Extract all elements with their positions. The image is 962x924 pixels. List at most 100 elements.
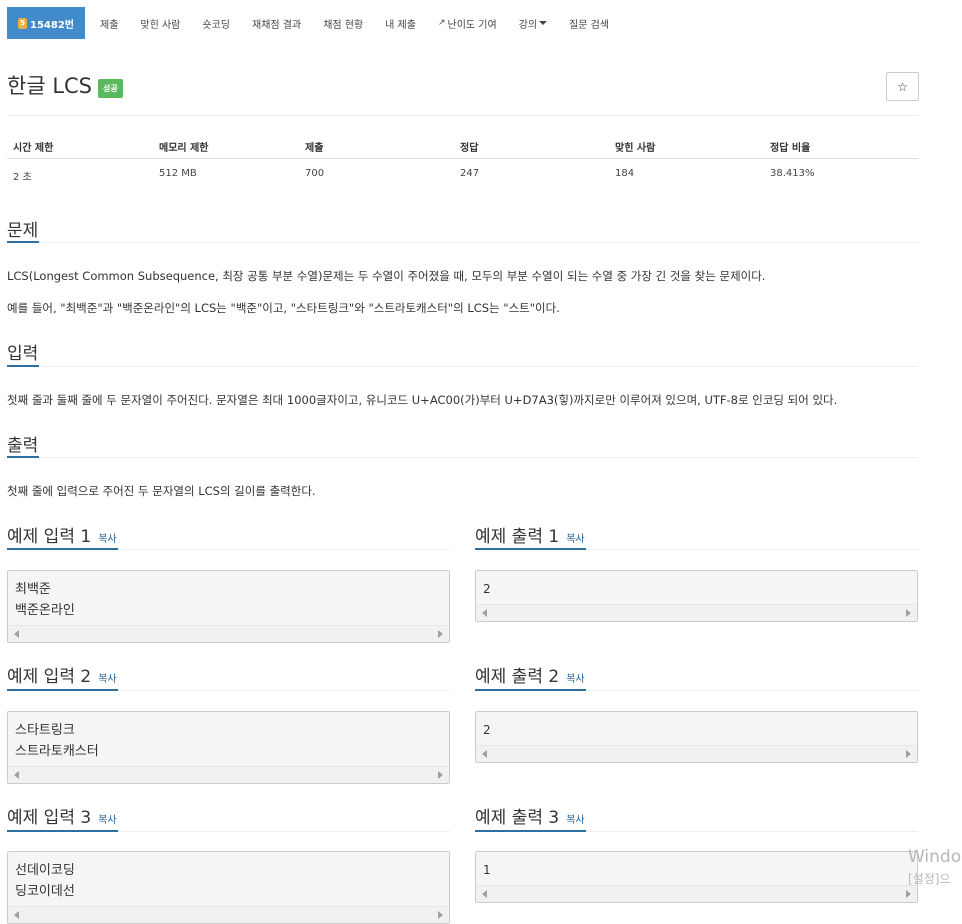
copy-sample-input-1-button[interactable]: 복사 [98, 530, 116, 545]
horizontal-scrollbar[interactable] [476, 745, 917, 762]
sample-input-1-underline [7, 548, 118, 550]
sample-output-2-text: 2 [483, 723, 491, 737]
sample-output-3-box[interactable]: 1 [475, 851, 918, 903]
horizontal-scrollbar[interactable] [8, 906, 449, 923]
nav-problem-number[interactable]: 5 15482번 [7, 7, 85, 39]
scroll-left-icon[interactable] [482, 750, 487, 758]
header-solved-users: 맞힌 사람 [615, 143, 656, 154]
star-icon: ☆ [897, 79, 908, 94]
sample-output-1-title: 예제 출력 1 [475, 527, 560, 547]
copy-sample-output-1-button[interactable]: 복사 [566, 530, 584, 545]
sample-input-3-underline [7, 830, 118, 832]
copy-sample-output-3-button[interactable]: 복사 [566, 811, 584, 826]
nav-solved-users[interactable]: 맞힌 사람 [129, 7, 191, 39]
scroll-left-icon[interactable] [482, 609, 487, 617]
value-accept-ratio: 38.413% [770, 168, 815, 179]
sample-input-2-text: 스타트링크 스트라토캐스터 [15, 723, 99, 759]
nav-difficulty-contribution[interactable]: ↗ 난이도 기여 [427, 7, 508, 39]
output-heading-underline [7, 456, 39, 458]
sample-input-3-title: 예제 입력 3 [7, 808, 92, 828]
nav-short-coding[interactable]: 숏코딩 [191, 7, 241, 39]
value-time-limit: 2 초 [13, 172, 32, 183]
problem-info-table: 시간 제한 메모리 제한 제출 정답 맞힌 사람 정답 비율 2 초 512 M… [7, 130, 918, 187]
scroll-right-icon[interactable] [438, 771, 443, 779]
sample-input-1-title: 예제 입력 1 [7, 527, 92, 547]
header-submissions: 제출 [305, 143, 324, 154]
info-table-row: 2 초 512 MB 700 247 184 38.413% [7, 159, 918, 187]
sample-output-3-underline [475, 830, 586, 832]
scroll-left-icon[interactable] [14, 630, 19, 638]
sample-output-3-title: 예제 출력 3 [475, 808, 560, 828]
scroll-right-icon[interactable] [438, 630, 443, 638]
problem-heading: 문제 [7, 221, 39, 241]
nav-status[interactable]: 채점 현황 [312, 7, 374, 39]
nav-lectures-dropdown[interactable]: 강의 [508, 7, 558, 39]
output-heading: 출력 [7, 436, 39, 456]
info-table-header: 시간 제한 메모리 제한 제출 정답 맞힌 사람 정답 비율 [7, 130, 918, 159]
windows-activation-watermark: Windo [설정]으 [908, 846, 961, 890]
sample-input-3-text: 선데이코딩 딩코이데선 [15, 863, 75, 899]
scroll-left-icon[interactable] [482, 890, 487, 898]
sample-input-3-heading: 예제 입력 3 복사 [7, 803, 117, 828]
input-description: 첫째 줄과 둘째 줄에 두 문자열이 주어진다. 문자열은 최대 1000글자이… [7, 393, 838, 407]
sample-output-1-heading: 예제 출력 1 복사 [475, 522, 585, 547]
tier-icon: 5 [18, 17, 27, 29]
sample-output-1-box[interactable]: 2 [475, 570, 918, 622]
output-heading-line [7, 457, 918, 458]
sample-output-1-underline [475, 548, 586, 550]
nav-my-submissions[interactable]: 내 제출 [374, 7, 427, 39]
sample-output-2-heading: 예제 출력 2 복사 [475, 662, 585, 687]
horizontal-scrollbar[interactable] [8, 625, 449, 642]
problem-heading-underline [7, 241, 39, 243]
sample-input-3-box[interactable]: 선데이코딩 딩코이데선 [7, 851, 450, 924]
caret-down-icon [539, 21, 548, 25]
sample-output-3-text: 1 [483, 863, 491, 877]
sample-input-1-text: 최백준 백준온라인 [15, 582, 75, 618]
scroll-right-icon[interactable] [438, 911, 443, 919]
scroll-left-icon[interactable] [14, 771, 19, 779]
watermark-line-1: Windo [908, 847, 962, 867]
input-heading-underline [7, 365, 39, 367]
sample-output-2-box[interactable]: 2 [475, 711, 918, 763]
header-memory-limit: 메모리 제한 [159, 143, 209, 154]
value-memory-limit: 512 MB [159, 168, 197, 179]
copy-sample-input-2-button[interactable]: 복사 [98, 670, 116, 685]
copy-sample-input-3-button[interactable]: 복사 [98, 811, 116, 826]
sample-output-2-title: 예제 출력 2 [475, 667, 560, 687]
value-accepted: 247 [460, 168, 480, 179]
external-link-icon: ↗ [437, 18, 446, 28]
nav-difficulty-label: 난이도 기여 [447, 19, 497, 31]
nav-submit[interactable]: 제출 [89, 7, 129, 39]
problem-heading-line [7, 242, 918, 243]
horizontal-scrollbar[interactable] [476, 885, 917, 902]
horizontal-scrollbar[interactable] [8, 766, 449, 783]
sample-input-2-title: 예제 입력 2 [7, 667, 92, 687]
sample-input-1-heading: 예제 입력 1 복사 [7, 522, 117, 547]
sample-input-2-underline [7, 689, 118, 691]
header-accepted: 정답 [460, 143, 479, 154]
sample-output-1-text: 2 [483, 582, 491, 596]
sample-input-2-heading: 예제 입력 2 복사 [7, 662, 117, 687]
page-title: 한글 LCS [7, 74, 93, 98]
status-badge: 성공 [98, 78, 123, 98]
sample-input-2-box[interactable]: 스타트링크 스트라토캐스터 [7, 711, 450, 784]
scroll-right-icon[interactable] [906, 609, 911, 617]
title-divider [7, 115, 918, 116]
horizontal-scrollbar[interactable] [476, 604, 917, 621]
problem-description-1: LCS(Longest Common Subsequence, 최장 공통 부분… [7, 269, 766, 283]
nav-question-search[interactable]: 질문 검색 [558, 7, 620, 39]
favorite-star-button[interactable]: ☆ [886, 72, 919, 101]
title-row: 한글 LCS 성공 [7, 70, 123, 100]
sample-output-2-underline [475, 689, 586, 691]
sample-output-3-heading: 예제 출력 3 복사 [475, 803, 585, 828]
sample-input-1-box[interactable]: 최백준 백준온라인 [7, 570, 450, 643]
scroll-left-icon[interactable] [14, 911, 19, 919]
header-accept-ratio: 정답 비율 [770, 143, 811, 154]
problem-nav: 5 15482번 제출 맞힌 사람 숏코딩 재채점 결과 채점 현황 내 제출 … [7, 7, 620, 39]
copy-sample-output-2-button[interactable]: 복사 [566, 670, 584, 685]
scroll-right-icon[interactable] [906, 890, 911, 898]
input-heading: 입력 [7, 344, 39, 364]
nav-rejudge-results[interactable]: 재채점 결과 [241, 7, 312, 39]
scroll-right-icon[interactable] [906, 750, 911, 758]
problem-description-2: 예를 들어, "최백준"과 "백준온라인"의 LCS는 "백준"이고, "스타트… [7, 301, 560, 315]
